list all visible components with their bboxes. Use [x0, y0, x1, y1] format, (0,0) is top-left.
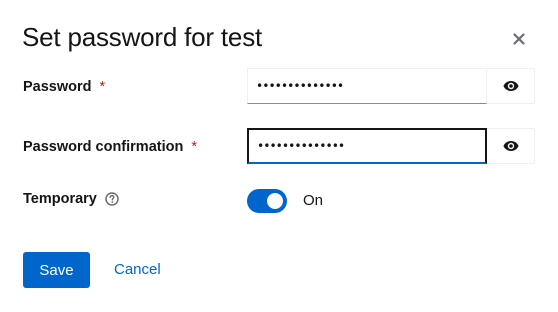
temporary-label: Temporary — [23, 191, 97, 207]
password-confirmation-input[interactable]: •••••••••••••• — [247, 128, 487, 164]
toggle-knob — [267, 193, 283, 209]
confirmation-label-group: Password confirmation * — [23, 138, 197, 156]
help-icon[interactable] — [105, 192, 119, 206]
temporary-toggle[interactable] — [247, 189, 287, 213]
close-button[interactable] — [508, 28, 530, 50]
close-icon — [513, 33, 525, 45]
password-show-toggle[interactable] — [487, 68, 535, 104]
required-mark: * — [191, 139, 197, 155]
dialog-title: Set password for test — [22, 22, 263, 52]
eye-icon — [503, 81, 518, 91]
password-input[interactable]: •••••••••••••• — [247, 68, 487, 104]
required-mark: * — [99, 79, 106, 95]
temporary-label-group: Temporary — [23, 190, 119, 208]
temporary-state-label: On — [303, 192, 324, 209]
confirmation-show-toggle[interactable] — [487, 128, 535, 164]
confirmation-input-group: •••••••••••••• — [247, 128, 535, 164]
password-input-group: •••••••••••••• — [247, 68, 535, 104]
save-button[interactable]: Save — [23, 252, 90, 288]
password-label: Password — [23, 79, 92, 95]
eye-icon — [503, 141, 518, 151]
confirmation-label: Password confirmation — [23, 139, 184, 155]
cancel-button[interactable]: Cancel — [114, 252, 161, 288]
password-label-group: Password * — [23, 78, 105, 96]
